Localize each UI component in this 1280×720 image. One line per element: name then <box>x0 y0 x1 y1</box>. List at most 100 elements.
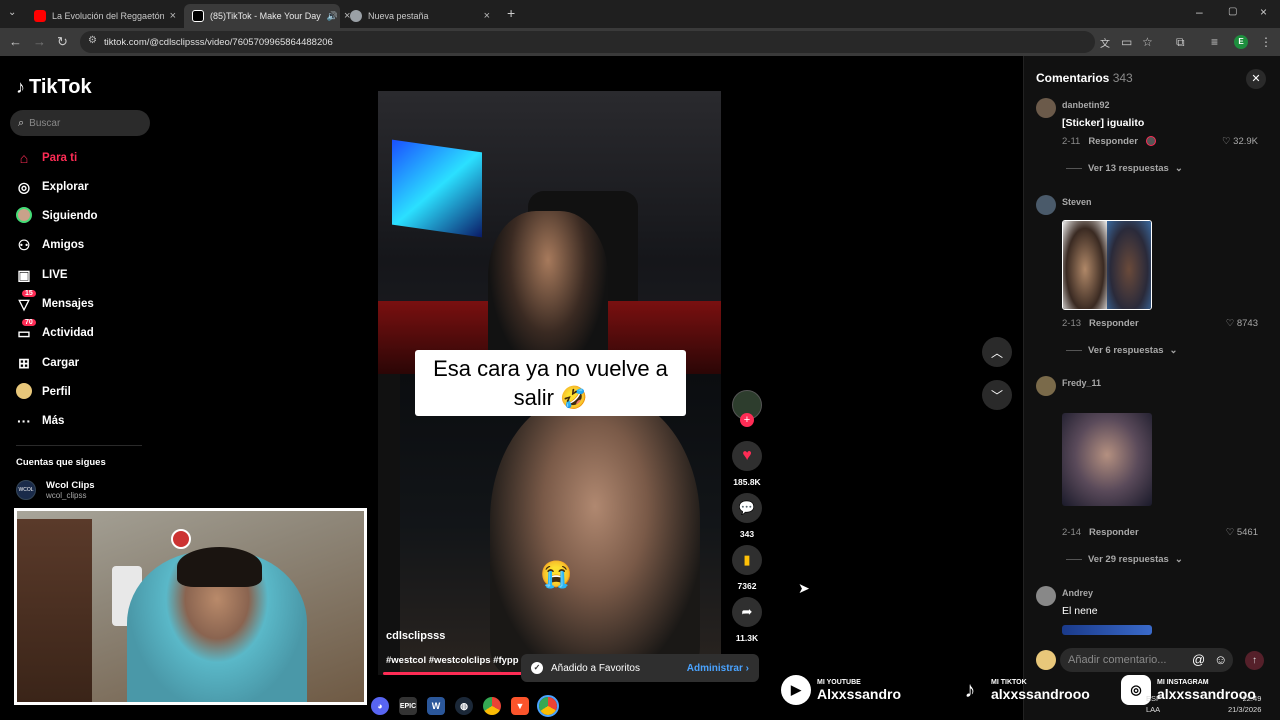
account-handle: wcol_clipss <box>46 491 87 500</box>
address-bar[interactable]: ⚙ tiktok.com/@cdlsclipsss/video/76057099… <box>80 31 1110 53</box>
youtube-promo: ▶ MI YOUTUBE Alxxssandro <box>781 675 901 705</box>
sidebar-item-siguiendo[interactable]: Siguiendo <box>16 206 98 226</box>
sidebar-item-para-ti[interactable]: ⌂ Para ti <box>16 148 77 168</box>
tab-reggaeton[interactable]: La Evolución del Reggaetón (19 × <box>26 4 184 28</box>
back-icon[interactable]: ← <box>9 34 22 49</box>
view-replies-button[interactable]: Ver 13 respuestas ⌄ <box>1066 163 1183 174</box>
media-control-icon[interactable]: ≡ <box>1211 35 1218 49</box>
brave-icon[interactable]: ▼ <box>511 697 529 715</box>
window-close-icon[interactable]: × <box>1260 5 1267 19</box>
chrome-active-icon[interactable] <box>537 695 559 717</box>
chrome-icon[interactable] <box>483 697 501 715</box>
toast-message: Añadido a Favoritos <box>551 662 640 674</box>
comment-user[interactable]: Steven <box>1062 197 1092 207</box>
tiktok-logo[interactable]: ♪ TikTok <box>16 76 92 99</box>
view-replies-button[interactable]: Ver 29 respuestas ⌄ <box>1066 554 1183 565</box>
sidebar-item-explorar[interactable]: ◎ Explorar <box>16 177 89 197</box>
comment-user[interactable]: danbetin92 <box>1062 100 1110 110</box>
comment-user[interactable]: Andrey <box>1062 588 1093 598</box>
profile-avatar[interactable]: E <box>1234 35 1248 49</box>
sidebar-item-label: Mensajes <box>42 298 94 310</box>
next-video-button[interactable]: ﹀ <box>982 380 1012 410</box>
video-author[interactable]: cdlsclipsss <box>386 630 445 642</box>
comment-input[interactable]: Añadir comentario... <box>1060 648 1233 672</box>
following-account[interactable]: WCOL Wcol Clips wcol_clipss <box>16 480 95 500</box>
translate-icon[interactable]: 文 <box>1100 35 1110 50</box>
minimize-icon[interactable]: – <box>1196 5 1203 19</box>
browser-menu-icon[interactable]: ⋮ <box>1260 35 1272 49</box>
sidebar-item-label: Cargar <box>42 357 80 369</box>
comment-text: [Sticker] igualito <box>1062 117 1145 129</box>
close-icon[interactable]: × <box>170 10 176 22</box>
send-comment-button[interactable]: ↑ <box>1245 651 1264 670</box>
search-input[interactable]: ⌕ Buscar <box>10 110 150 136</box>
comment-sticker-image[interactable] <box>1062 413 1152 506</box>
sidebar-item-live[interactable]: ▣ LIVE <box>16 265 67 285</box>
manage-link[interactable]: Administrar › <box>687 663 749 674</box>
comment-meta: 2-14 Responder <box>1062 527 1139 538</box>
site-info-icon[interactable]: ⚙ <box>88 35 97 46</box>
sidebar-item-actividad[interactable]: ▭ 70 Actividad <box>16 318 94 343</box>
sidebar-item-mas[interactable]: ··· Más <box>16 411 64 431</box>
previous-video-button[interactable]: ︿ <box>982 337 1012 367</box>
heart-icon: ♥ <box>732 441 762 471</box>
view-replies-button[interactable]: Ver 6 respuestas ⌄ <box>1066 345 1178 356</box>
tab-title: (85)TikTok - Make Your Day <box>210 11 321 21</box>
creator-avatar[interactable]: + <box>731 390 763 427</box>
cast-icon[interactable]: ▭ <box>1121 35 1132 49</box>
sidebar-item-amigos[interactable]: ⚇ Amigos <box>16 235 84 255</box>
reply-button[interactable]: Responder <box>1089 527 1139 538</box>
close-comments-button[interactable]: ✕ <box>1246 69 1266 89</box>
crying-emoji-sticker: 😭 <box>540 559 573 589</box>
mention-icon[interactable]: @ <box>1192 652 1205 667</box>
emoji-icon[interactable]: ☺ <box>1214 652 1227 667</box>
streamer-hair <box>177 547 262 587</box>
bookmark-icon: ▮ <box>732 545 762 575</box>
sidebar-item-perfil[interactable]: Perfil <box>16 382 71 402</box>
activity-icon: ▭ 70 <box>16 318 36 342</box>
follow-plus-icon[interactable]: + <box>740 413 754 427</box>
video-hashtags[interactable]: #westcol #westcolclips #fypp <box>386 655 519 666</box>
epic-games-icon[interactable]: EPIC <box>399 697 417 715</box>
system-clock[interactable]: 22:49 21/3/2026 <box>1228 693 1261 715</box>
maximize-icon[interactable]: ▢ <box>1228 6 1237 17</box>
comment-button[interactable]: 💬 343 <box>731 493 763 539</box>
extensions-icon[interactable]: ⧉ <box>1176 35 1185 50</box>
comment-like[interactable]: ♡ 32.9K <box>1222 136 1258 147</box>
friends-icon: ⚇ <box>17 236 31 253</box>
avatar[interactable] <box>1036 98 1056 118</box>
comment-sticker-image[interactable] <box>1062 220 1152 310</box>
comment-sticker-image[interactable] <box>1062 625 1152 635</box>
like-button[interactable]: ♥ 185.8K <box>731 441 763 487</box>
forward-icon[interactable]: → <box>33 34 46 49</box>
speaker-icon[interactable]: 🔊 <box>327 11 338 22</box>
word-icon[interactable]: W <box>427 697 445 715</box>
avatar[interactable] <box>1036 376 1056 396</box>
save-button[interactable]: ▮ 7362 <box>731 545 763 591</box>
comment-like[interactable]: ♡ 8743 <box>1226 318 1258 329</box>
sidebar-item-cargar[interactable]: ⊞ Cargar <box>16 353 79 373</box>
avatar[interactable] <box>1036 195 1056 215</box>
avatar[interactable] <box>1036 586 1056 606</box>
sidebar-item-mensajes[interactable]: ▽ 15 Mensajes <box>16 289 94 314</box>
youtube-icon: ▶ <box>781 675 811 705</box>
tab-tiktok[interactable]: (85)TikTok - Make Your Day 🔊 × <box>184 4 350 28</box>
promo-handle: alxxssandrooo <box>991 685 1090 702</box>
tab-search-button[interactable]: ⌄ <box>8 7 16 18</box>
steam-icon[interactable]: ◍ <box>455 697 473 715</box>
discord-icon[interactable]: ◕ <box>371 697 389 715</box>
reply-button[interactable]: Responder <box>1089 318 1139 329</box>
reply-button[interactable]: Responder <box>1088 136 1138 147</box>
comment-like[interactable]: ♡ 5461 <box>1226 527 1258 538</box>
comment-user[interactable]: Fredy_11 <box>1062 378 1101 388</box>
tab-new[interactable]: Nueva pestaña × <box>342 4 498 28</box>
close-icon[interactable]: × <box>484 10 490 22</box>
language-indicator[interactable]: ESP LAA <box>1146 693 1161 715</box>
share-button[interactable]: ➦ 11.3K <box>731 597 763 643</box>
video-progress-bar[interactable] <box>383 672 524 675</box>
bookmark-star-icon[interactable]: ☆ <box>1142 35 1153 49</box>
like-count: 185.8K <box>733 477 761 487</box>
search-icon: ⌕ <box>18 116 25 129</box>
reload-icon[interactable]: ↻ <box>57 34 68 50</box>
new-tab-button[interactable]: + <box>507 5 515 21</box>
